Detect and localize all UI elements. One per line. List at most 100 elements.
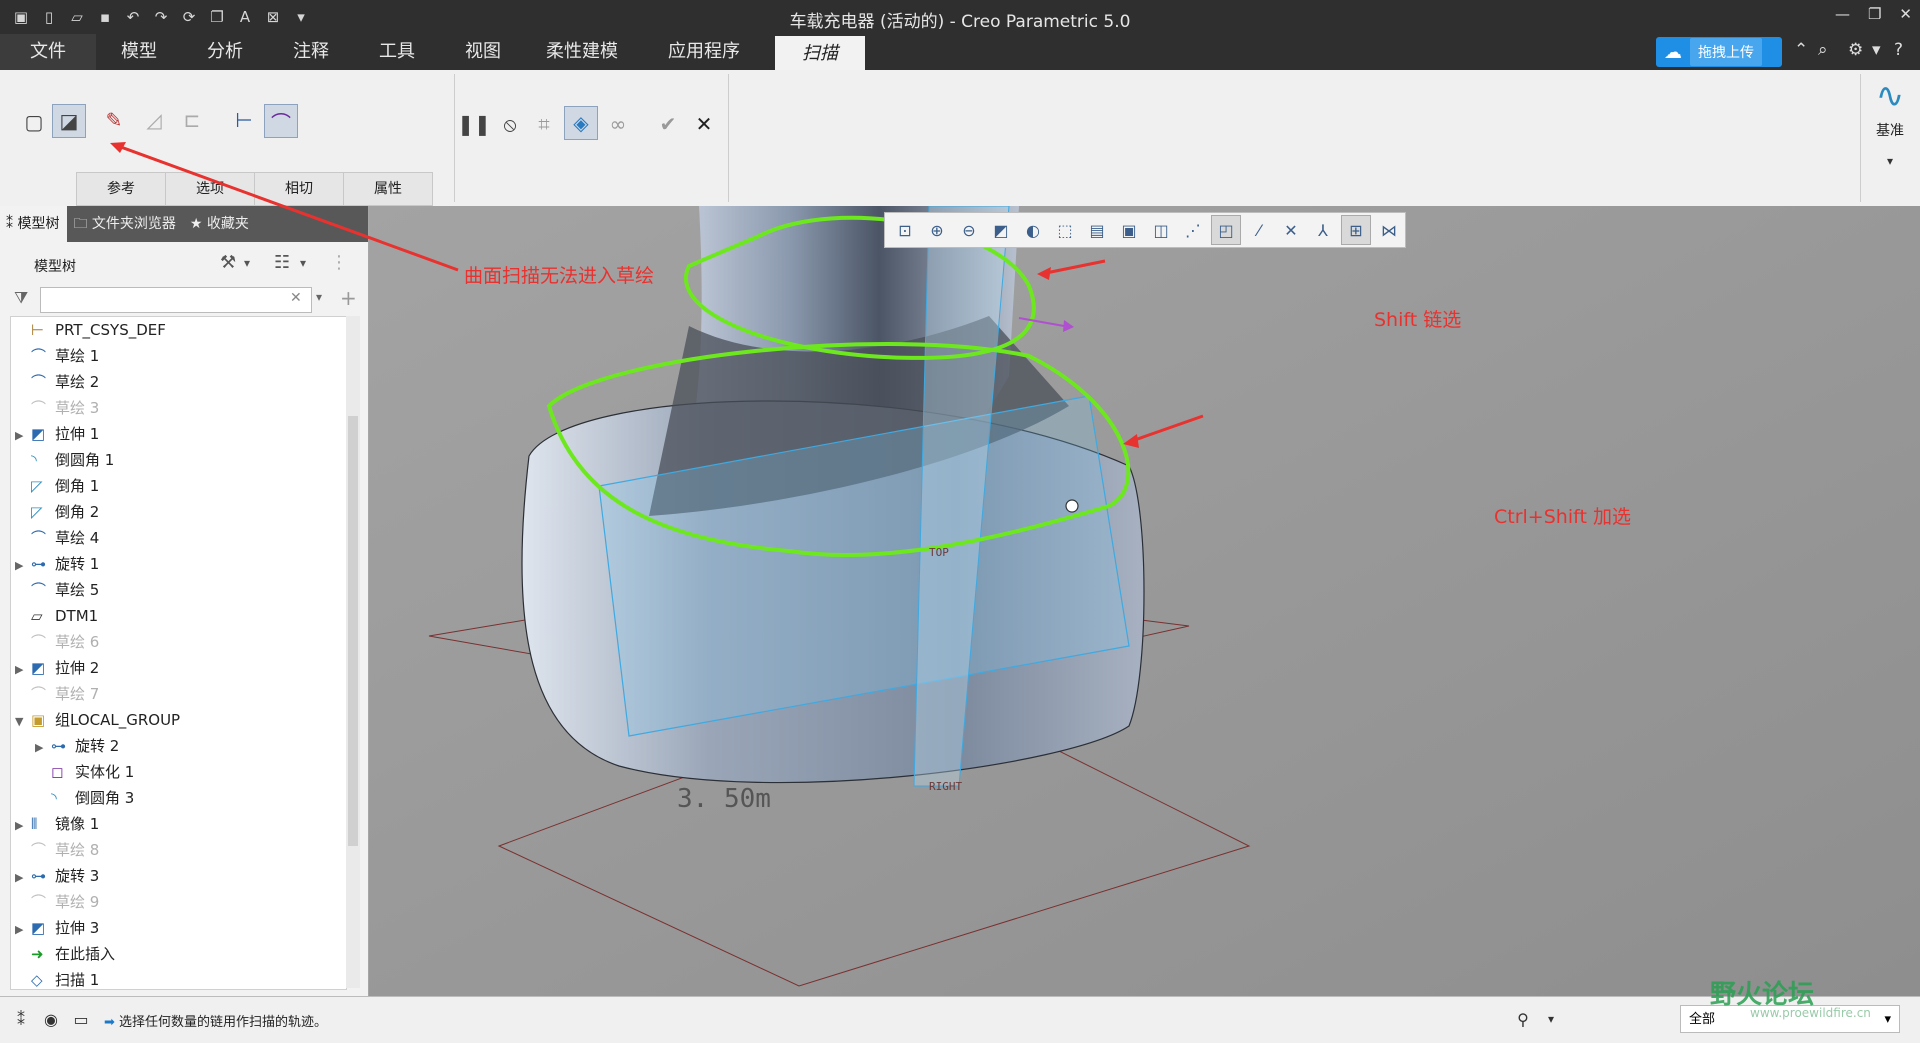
- dropdown-icon[interactable]: ▾: [1872, 40, 1881, 60]
- help-icon[interactable]: ?: [1894, 40, 1903, 60]
- tree-scrollbar[interactable]: [346, 316, 360, 988]
- expand-toggle-icon[interactable]: ▶: [15, 865, 31, 891]
- section-icon[interactable]: ◫: [1147, 216, 1175, 244]
- tree-item[interactable]: ▱ DTM1: [15, 603, 98, 629]
- tree-item[interactable]: ⌒ 草绘 8: [15, 837, 99, 863]
- settings-icon[interactable]: ⚙: [1848, 40, 1863, 60]
- tab-tangency[interactable]: 相切: [254, 172, 344, 206]
- datum-group[interactable]: ∿ 基准 ▾: [1866, 76, 1914, 168]
- tree-item[interactable]: ▶ ◩ 拉伸 3: [15, 915, 99, 941]
- menu-file[interactable]: 文件: [0, 34, 96, 70]
- tree-show-icon[interactable]: ☷: [274, 252, 290, 273]
- expand-toggle-icon[interactable]: ▼: [15, 709, 31, 735]
- csys-display-icon[interactable]: ✕: [1277, 216, 1305, 244]
- find-dropdown-icon[interactable]: ▾: [1540, 1008, 1562, 1030]
- tree-item[interactable]: ◇ 扫描 1: [15, 967, 99, 989]
- zoom-in-icon[interactable]: ⊕: [923, 216, 951, 244]
- chain-start-point[interactable]: [1065, 499, 1079, 513]
- tree-item[interactable]: ⌒ 草绘 6: [15, 629, 99, 655]
- restore-button[interactable]: ❐: [1868, 5, 1881, 23]
- tree-item[interactable]: ⊢ PRT_CSYS_DEF: [15, 317, 166, 343]
- ok-icon[interactable]: ✔: [652, 108, 684, 140]
- axis-display-icon[interactable]: ◰: [1211, 215, 1241, 245]
- expand-toggle-icon[interactable]: ▶: [15, 657, 31, 683]
- tree-item[interactable]: ⌒ 草绘 7: [15, 681, 99, 707]
- plane-display-icon[interactable]: ⋰: [1179, 216, 1207, 244]
- graphics-window[interactable]: TOP RIGHT 3. 50m: [369, 206, 1920, 996]
- verify-mode-icon[interactable]: ◈: [564, 106, 598, 140]
- filter-icon[interactable]: ⧩: [14, 288, 28, 308]
- add-filter-icon[interactable]: +: [340, 286, 357, 310]
- menu-model[interactable]: 模型: [96, 34, 182, 70]
- tree-item[interactable]: ▶ ◩ 拉伸 2: [15, 655, 99, 681]
- browser-toggle-icon[interactable]: ◉: [40, 1008, 62, 1030]
- clear-filter-icon[interactable]: ✕: [290, 290, 302, 306]
- solid-sweep-icon[interactable]: ▢: [18, 106, 50, 138]
- tree-item[interactable]: ◝ 倒圆角 1: [15, 447, 114, 473]
- glasses-icon[interactable]: ∞: [602, 108, 634, 140]
- spin-center-icon[interactable]: ⊞: [1341, 215, 1371, 245]
- collapse-ribbon-icon[interactable]: ⌃: [1794, 40, 1808, 60]
- expand-toggle-icon[interactable]: ▶: [15, 917, 31, 943]
- tree-settings-dropdown-icon[interactable]: ▾: [244, 256, 250, 270]
- no-preview-icon[interactable]: ⦸: [494, 108, 526, 140]
- minimize-button[interactable]: —: [1835, 5, 1850, 23]
- datum-dropdown-icon[interactable]: ▾: [1866, 154, 1914, 168]
- tab-favorites[interactable]: ★ 收藏夹: [184, 206, 257, 242]
- expand-toggle-icon[interactable]: ▶: [15, 553, 31, 579]
- tree-show-dropdown-icon[interactable]: ▾: [300, 256, 306, 270]
- tree-item[interactable]: ▶ ◩ 拉伸 1: [15, 421, 99, 447]
- tree-item[interactable]: ⌒ 草绘 4: [15, 525, 99, 551]
- tree-item[interactable]: ◻ 实体化 1: [35, 759, 134, 785]
- expand-toggle-icon[interactable]: ▶: [15, 813, 31, 839]
- menu-view[interactable]: 视图: [440, 34, 526, 70]
- menu-tools[interactable]: 工具: [354, 34, 440, 70]
- tab-folder-browser[interactable]: 🗀 文件夹浏览器: [67, 206, 183, 242]
- tree-item[interactable]: ➜ 在此插入: [15, 941, 115, 967]
- upload-button[interactable]: ☁ 拖拽上传: [1656, 37, 1782, 67]
- zoom-out-icon[interactable]: ⊖: [955, 216, 983, 244]
- menu-annotate[interactable]: 注释: [268, 34, 354, 70]
- tree-columns-icon[interactable]: ⋮: [330, 252, 348, 273]
- filter-dropdown-icon[interactable]: ▾: [316, 290, 322, 304]
- expand-toggle-icon[interactable]: ▶: [35, 735, 51, 761]
- expand-toggle-icon[interactable]: ▶: [15, 423, 31, 449]
- menu-flexible-modeling[interactable]: 柔性建模: [526, 34, 638, 70]
- tree-item[interactable]: ▼ ▣ 组LOCAL_GROUP: [15, 707, 180, 733]
- cancel-icon[interactable]: ✕: [688, 108, 720, 140]
- thicken-icon[interactable]: ⊏: [176, 104, 208, 136]
- refit-icon[interactable]: ⊡: [891, 216, 919, 244]
- menu-sweep[interactable]: 扫描: [775, 36, 865, 70]
- surface-sweep-icon[interactable]: ◪: [52, 104, 86, 138]
- tree-settings-icon[interactable]: ⚒: [220, 252, 236, 273]
- repaint-icon[interactable]: ◩: [987, 216, 1015, 244]
- search-icon[interactable]: ⌕: [1818, 40, 1828, 60]
- menu-applications[interactable]: 应用程序: [638, 34, 770, 70]
- point-display-icon[interactable]: ⁄: [1245, 216, 1273, 244]
- tree-item[interactable]: ⌒ 草绘 9: [15, 889, 99, 915]
- display-style-icon[interactable]: ◐: [1019, 216, 1047, 244]
- tree-item[interactable]: ⌒ 草绘 2: [15, 369, 99, 395]
- find-icon[interactable]: ⚲: [1512, 1008, 1534, 1030]
- saved-views-icon[interactable]: ⬚: [1051, 216, 1079, 244]
- tree-item[interactable]: ▶ ⊶ 旋转 2: [35, 733, 119, 759]
- navigator-toggle-icon[interactable]: ⁑: [10, 1008, 32, 1030]
- pause-icon[interactable]: ❚❚: [457, 108, 491, 140]
- menu-analysis[interactable]: 分析: [182, 34, 268, 70]
- tree-search-input[interactable]: [40, 287, 312, 313]
- tree-item[interactable]: ◝ 倒圆角 3: [35, 785, 134, 811]
- view-manager-icon[interactable]: ▤: [1083, 216, 1111, 244]
- annotation-display-icon[interactable]: ⅄: [1309, 216, 1337, 244]
- tree-item[interactable]: ⌒ 草绘 1: [15, 343, 99, 369]
- remove-material-icon[interactable]: ◿: [138, 104, 170, 136]
- tree-item[interactable]: ◸ 倒角 2: [15, 499, 99, 525]
- fullscreen-icon[interactable]: ▭: [70, 1008, 92, 1030]
- tab-references[interactable]: 参考: [76, 172, 166, 206]
- tree-item[interactable]: ▶ ⫴ 镜像 1: [15, 811, 99, 837]
- constant-section-icon[interactable]: ⊢: [228, 104, 260, 136]
- tab-model-tree[interactable]: ⁑ 模型树: [0, 206, 68, 242]
- tree-item[interactable]: ▶ ⊶ 旋转 1: [15, 551, 99, 577]
- network-icon[interactable]: ⋈: [1375, 216, 1403, 244]
- sketch-icon[interactable]: ✎: [98, 104, 130, 136]
- preview-geometry-icon[interactable]: ⌗: [528, 108, 560, 140]
